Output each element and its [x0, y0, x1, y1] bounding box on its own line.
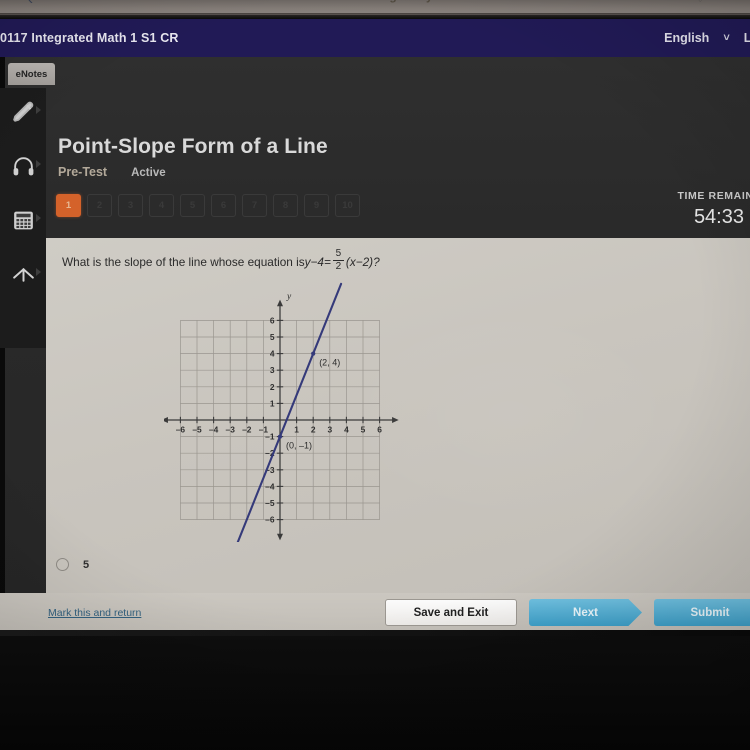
pager-item-1[interactable]: 1: [56, 194, 81, 217]
calculator-icon: [11, 208, 36, 233]
pencil-icon: [11, 100, 36, 125]
point-marker-0: [311, 351, 316, 356]
up-arrow-icon: [11, 262, 36, 287]
rail-caret-4: [36, 268, 41, 276]
svg-text:3: 3: [327, 425, 332, 435]
course-nav-bar: 0117 Integrated Math 1 S1 CR English ˅ L…: [0, 19, 750, 57]
rail-caret-2: [36, 160, 41, 168]
svg-text:6: 6: [377, 425, 382, 435]
svg-text:–2: –2: [242, 425, 252, 435]
svg-text:–5: –5: [192, 425, 202, 435]
svg-text:–3: –3: [226, 425, 236, 435]
tab-enotes[interactable]: eNotes: [8, 63, 55, 85]
svg-text:4: 4: [344, 425, 349, 435]
submit-button[interactable]: Submit: [654, 599, 750, 626]
svg-text:6: 6: [270, 315, 275, 325]
address-bar[interactable]: 122.core.learn.edgenuity.com: [290, 0, 461, 3]
scroll-up-tool[interactable]: [7, 258, 39, 290]
assignment-type: Pre-Test: [58, 165, 108, 179]
pager-item-5[interactable]: 5: [180, 194, 205, 217]
audio-tool[interactable]: [7, 150, 39, 182]
heart-icon[interactable]: ♡: [694, 0, 706, 6]
status-badge: Active: [131, 167, 166, 179]
footer-buttons: Save and Exit Next Submit: [385, 599, 750, 626]
nav-right-group: English ˅ Lan: [664, 31, 750, 45]
point-marker-1: [277, 434, 283, 439]
mark-and-return-link[interactable]: Mark this and return: [48, 607, 141, 619]
pager-item-4[interactable]: 4: [149, 194, 174, 217]
graph-svg: –6–5–4–3–2–1123456–6–5–4–3–2–1123456xy(2…: [164, 282, 399, 542]
svg-text:y: y: [286, 292, 292, 302]
svg-text:–5: –5: [265, 498, 275, 508]
svg-text:–1: –1: [265, 432, 275, 442]
chevron-down-icon[interactable]: ˅: [723, 32, 729, 44]
rail-caret-1: [36, 106, 41, 114]
timer-label: TIME REMAINING: [677, 190, 750, 202]
question-sheet: What is the slope of the line whose equa…: [46, 238, 750, 593]
point-label-1: (0, –1): [286, 441, 312, 451]
assignment-meta: Pre-Test Active: [58, 165, 166, 179]
pager-item-6[interactable]: 6: [211, 194, 236, 217]
pager-item-9[interactable]: 9: [304, 194, 329, 217]
headphones-icon: [11, 154, 36, 179]
timer-value: 54:33: [693, 206, 744, 228]
radio-button-a[interactable]: [56, 558, 69, 571]
svg-text:3: 3: [270, 365, 275, 375]
question-pager: 1 2 3 4 5 6 7 8 9 10: [56, 194, 360, 217]
svg-text:–4: –4: [265, 481, 275, 491]
highlighter-tool[interactable]: [7, 96, 39, 128]
page-title: Point-Slope Form of a Line: [58, 135, 328, 158]
axes: [165, 303, 395, 537]
tool-rail: [0, 88, 46, 348]
fraction-five-halves: 5 2: [332, 248, 344, 272]
svg-text:1: 1: [270, 398, 275, 408]
svg-text:–4: –4: [209, 425, 219, 435]
svg-text:2: 2: [270, 382, 275, 392]
axis-names: xy: [286, 292, 292, 302]
svg-text:–6: –6: [265, 515, 275, 525]
language-selector[interactable]: English: [664, 31, 709, 45]
svg-text:4: 4: [270, 349, 275, 359]
svg-text:1: 1: [294, 425, 299, 435]
question-rhs: (x−2)?: [345, 254, 380, 269]
course-title: 0117 Integrated Math 1 S1 CR: [0, 31, 179, 45]
point-label-0: (2, 4): [319, 358, 340, 368]
svg-text:5: 5: [361, 425, 366, 435]
pager-item-7[interactable]: 7: [242, 194, 267, 217]
fraction-denominator: 2: [335, 261, 342, 272]
next-button[interactable]: Next: [529, 599, 642, 626]
timer: TIME REMAINING 54:33: [678, 190, 750, 229]
language-menu-label[interactable]: Lan: [744, 31, 750, 45]
bezel-bottom: [0, 630, 750, 750]
calculator-tool[interactable]: [7, 204, 39, 236]
fraction-numerator: 5: [335, 248, 342, 259]
svg-text:5: 5: [270, 332, 275, 342]
rail-caret-3: [36, 214, 41, 222]
pager-item-3[interactable]: 3: [118, 194, 143, 217]
answer-choice-a-label: 5: [83, 558, 90, 571]
save-and-exit-button[interactable]: Save and Exit: [385, 599, 517, 626]
svg-text:–6: –6: [176, 425, 186, 435]
question-prefix: What is the slope of the line whose equa…: [62, 254, 305, 269]
pager-item-10[interactable]: 10: [335, 194, 360, 217]
screenshot-root: ‹ XH 122.core.learn.edgenuity.com ♡ 0117…: [0, 0, 750, 750]
pager-item-2[interactable]: 2: [87, 194, 112, 217]
question-footer: Mark this and return Save and Exit Next …: [0, 593, 750, 633]
back-arrow-icon[interactable]: ‹: [28, 0, 33, 8]
answer-choice-a[interactable]: 5: [56, 558, 89, 571]
coordinate-graph: –6–5–4–3–2–1123456–6–5–4–3–2–1123456xy(2…: [164, 280, 404, 542]
pager-item-8[interactable]: 8: [273, 194, 298, 217]
svg-text:2: 2: [311, 425, 316, 435]
question-text: What is the slope of the line whose equa…: [62, 248, 380, 273]
question-lhs: y−4=: [304, 254, 331, 269]
